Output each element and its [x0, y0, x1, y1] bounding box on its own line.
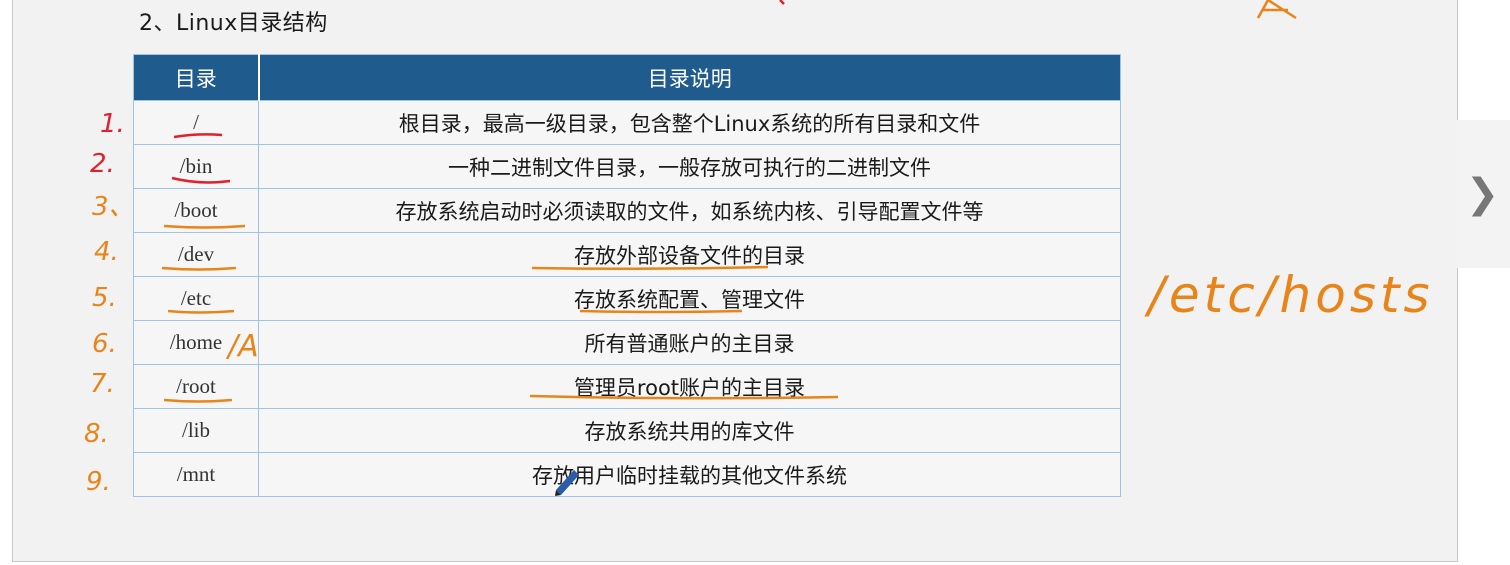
desc-cell: 根目录，最高一级目录，包含整个Linux系统的所有目录和文件 — [258, 100, 1121, 145]
dir-cell: /etc — [133, 276, 259, 321]
dir-cell: / — [133, 100, 259, 145]
header-description: 目录说明 — [258, 54, 1121, 101]
header-directory: 目录 — [133, 54, 260, 101]
table-row: /bin 一种二进制文件目录，一般存放可执行的二进制文件 — [133, 144, 1121, 189]
dir-cell: /dev — [133, 232, 259, 277]
table-header-row: 目录 目录说明 — [133, 54, 1121, 101]
table-row: /dev 存放外部设备文件的目录 — [133, 232, 1121, 277]
dir-cell: /boot — [133, 188, 259, 233]
chevron-right-icon: ❯ — [1465, 171, 1500, 217]
table-row: /etc 存放系统配置、管理文件 — [133, 276, 1121, 321]
table-row: /lib 存放系统共用的库文件 — [133, 408, 1121, 453]
slide-title: 2、Linux目录结构 — [139, 11, 328, 36]
desc-cell: 管理员root账户的主目录 — [258, 364, 1121, 409]
dir-cell: /mnt — [133, 452, 259, 497]
dir-cell: /root — [133, 364, 259, 409]
dir-cell: /bin — [133, 144, 259, 189]
table-row: /root 管理员root账户的主目录 — [133, 364, 1121, 409]
desc-cell: 所有普通账户的主目录 — [258, 320, 1121, 365]
table-row: /boot 存放系统启动时必须读取的文件，如系统内核、引导配置文件等 — [133, 188, 1121, 233]
desc-cell: 存放系统配置、管理文件 — [258, 276, 1121, 321]
dir-cell: /lib — [133, 408, 259, 453]
desc-cell: 存放系统启动时必须读取的文件，如系统内核、引导配置文件等 — [258, 188, 1121, 233]
desc-cell: 存放用户临时挂载的其他文件系统 — [258, 452, 1121, 497]
table-row: /mnt 存放用户临时挂载的其他文件系统 — [133, 452, 1121, 497]
table-row: /home 所有普通账户的主目录 — [133, 320, 1121, 365]
desc-cell: 一种二进制文件目录，一般存放可执行的二进制文件 — [258, 144, 1121, 189]
linux-directory-table: 目录 目录说明 / 根目录，最高一级目录，包含整个Linux系统的所有目录和文件 … — [133, 54, 1121, 497]
desc-cell: 存放系统共用的库文件 — [258, 408, 1121, 453]
dir-cell: /home — [133, 320, 259, 365]
table-row: / 根目录，最高一级目录，包含整个Linux系统的所有目录和文件 — [133, 100, 1121, 145]
desc-cell: 存放外部设备文件的目录 — [258, 232, 1121, 277]
next-slide-button[interactable]: ❯ — [1455, 120, 1510, 268]
